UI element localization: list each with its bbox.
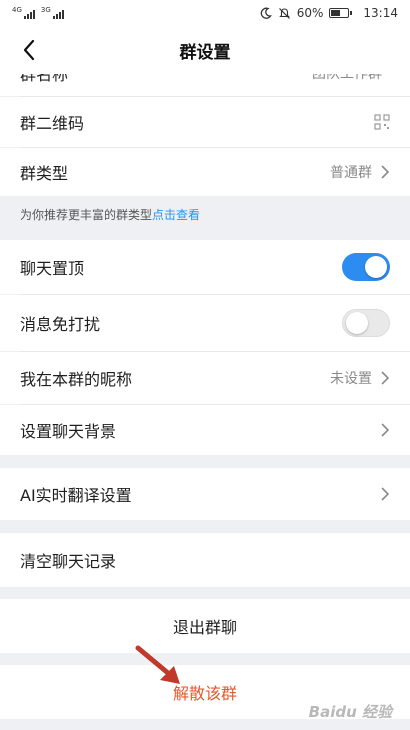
toggle-knob xyxy=(365,256,387,278)
mute-label: 消息免打扰 xyxy=(20,315,101,334)
signal-icon: 4G xyxy=(12,7,35,19)
pin-chat-toggle[interactable] xyxy=(342,253,390,281)
status-left: 4G 3G xyxy=(12,7,64,19)
nickname-label: 我在本群的昵称 xyxy=(20,370,133,389)
group-type-value: 普通群 xyxy=(330,165,372,181)
chevron-right-icon xyxy=(381,165,390,179)
tip-link[interactable]: 点击查看 xyxy=(152,206,200,223)
chat-background-row[interactable]: 设置聊天背景 xyxy=(0,405,410,455)
chevron-left-icon xyxy=(23,39,35,61)
clear-history-row[interactable]: 清空聊天记录 xyxy=(0,533,410,587)
battery-level xyxy=(331,10,341,16)
moon-icon xyxy=(260,7,272,19)
network-type-sim2: 3G xyxy=(40,6,51,14)
nickname-value: 未设置 xyxy=(330,371,372,387)
mute-row: 消息免打扰 xyxy=(0,295,410,351)
clear-history-label: 清空聊天记录 xyxy=(20,552,117,571)
clock: 13:14 xyxy=(363,6,398,20)
ai-translate-row[interactable]: AI实时翻译设置 xyxy=(0,468,410,520)
exit-group-button[interactable]: 退出群聊 xyxy=(0,599,410,653)
qr-code-label: 群二维码 xyxy=(20,114,85,133)
nav-bar: 群设置 xyxy=(0,26,410,74)
watermark: Baidu 经验 xyxy=(308,703,392,721)
network-type-sim1: 4G xyxy=(12,6,22,14)
chevron-right-icon xyxy=(381,423,390,437)
page-title: 群设置 xyxy=(179,42,231,63)
back-button[interactable] xyxy=(14,36,44,64)
nickname-row[interactable]: 我在本群的昵称 未设置 xyxy=(0,352,410,404)
mute-bell-icon xyxy=(278,7,290,19)
group-name-value: 团队工作群 xyxy=(312,74,382,82)
group-type-label: 群类型 xyxy=(20,164,69,183)
qr-code-icon xyxy=(374,114,390,130)
mute-toggle[interactable] xyxy=(342,309,390,337)
status-bar: 4G 3G 60% 13:14 xyxy=(0,0,410,26)
battery-icon xyxy=(329,8,353,18)
battery-percent: 60% xyxy=(296,6,324,20)
pin-chat-row: 聊天置顶 xyxy=(0,240,410,294)
group-type-tip: 为你推荐更丰富的群类型 点击查看 xyxy=(0,198,410,230)
pin-chat-label: 聊天置顶 xyxy=(20,259,85,278)
ai-translate-label: AI实时翻译设置 xyxy=(20,486,132,505)
chevron-right-icon xyxy=(381,371,390,385)
group-name-label: 群名称 xyxy=(20,74,69,84)
group-type-row[interactable]: 群类型 普通群 xyxy=(0,148,410,196)
group-name-row[interactable]: 群名称 团队工作群 xyxy=(0,74,410,96)
status-right: 60% 13:14 xyxy=(260,6,398,20)
toggle-knob xyxy=(346,312,368,334)
signal-icon: 3G xyxy=(41,7,64,19)
qr-code-row[interactable]: 群二维码 xyxy=(0,97,410,147)
chat-background-label: 设置聊天背景 xyxy=(20,422,117,441)
tip-text: 为你推荐更丰富的群类型 xyxy=(20,207,153,222)
annotation-arrow xyxy=(135,645,180,684)
chevron-right-icon xyxy=(381,487,390,501)
